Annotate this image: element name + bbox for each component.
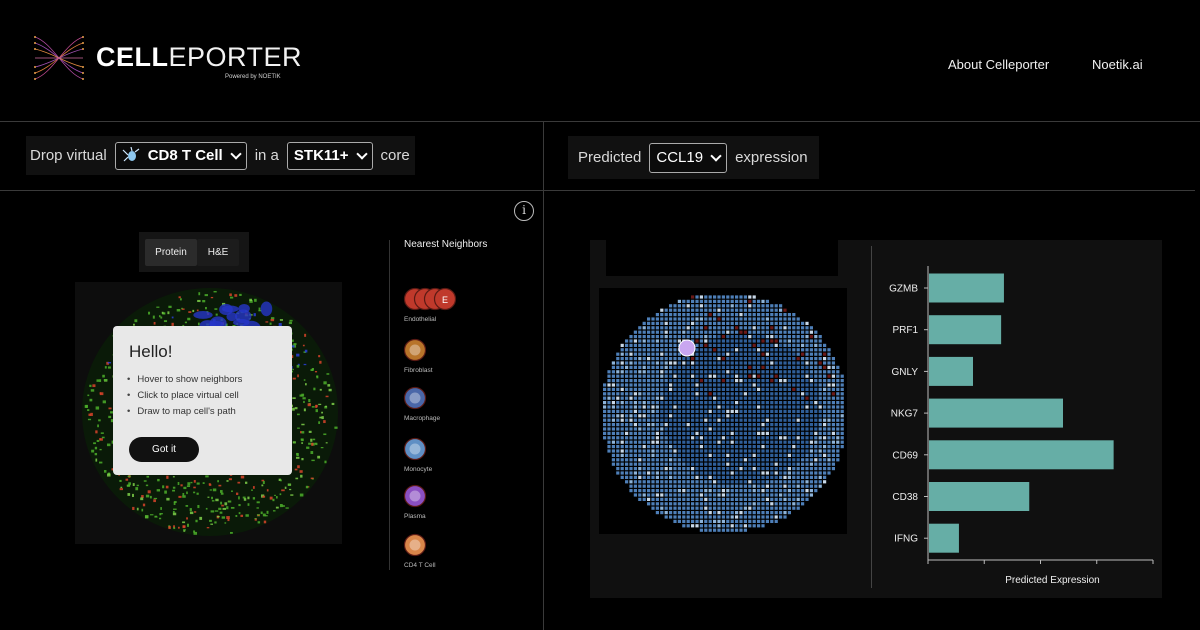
x-axis-label: Predicted Expression (1005, 575, 1100, 586)
core-type-select[interactable]: STK11+ (286, 141, 373, 170)
toggle-he[interactable]: H&E (197, 238, 239, 266)
virtual-cell-controls: Drop virtual CD8 T Cell in a STK11+ core (26, 136, 415, 175)
controls-divider-right (544, 190, 1195, 191)
predicted-label: Predicted (578, 149, 642, 166)
nearest-neighbors-title: Nearest Neighbors (404, 239, 488, 250)
chevron-down-icon (355, 147, 368, 160)
neighbor-cell-icon[interactable] (403, 386, 429, 412)
in-a-label: in a (254, 147, 279, 164)
neighbors-divider (389, 240, 390, 570)
bar-cd38 (929, 482, 1030, 511)
hello-card: Hello! Hover to show neighbors Click to … (113, 326, 292, 475)
view-toggle: Protein H&E (139, 232, 249, 272)
drop-virtual-label: Drop virtual (30, 147, 107, 164)
t-cell-icon (122, 146, 140, 161)
bar-cd69 (929, 440, 1114, 470)
bar-prf1 (929, 315, 1002, 345)
got-it-button[interactable]: Got it (129, 437, 199, 462)
bar-nkg7 (929, 398, 1063, 428)
neighbor-label: Fibroblast (404, 367, 433, 374)
controls-divider-left (0, 190, 544, 191)
predicted-expression-chart: GZMB PRF1 GNLY NKG7 CD69 CD38 IFNG Predicted Ex… (889, 266, 1154, 586)
expression-spatial-map[interactable] (599, 288, 847, 534)
nav-noetik-link[interactable]: Noetik.ai (1092, 57, 1143, 72)
neighbor-label: Plasma (404, 513, 426, 520)
neighbor-cell-icon[interactable] (403, 437, 429, 463)
y-tick-label: GZMB (889, 284, 918, 295)
gene-value: CCL19 (656, 149, 704, 166)
instruction-item: Hover to show neighbors (127, 372, 242, 388)
cell-type-value: CD8 T Cell (147, 147, 223, 164)
y-tick-label: CD69 (892, 450, 918, 461)
instruction-item: Click to place virtual cell (127, 388, 242, 404)
powered-by: Powered by NOETIK (225, 74, 281, 80)
neighbor-label: Macrophage (404, 415, 441, 422)
neighbor-cell-icon[interactable] (403, 338, 429, 364)
virtual-cell-marker[interactable] (678, 339, 696, 357)
header-divider (0, 121, 1200, 122)
panel-tab-strip (606, 240, 838, 276)
brand-bold: CELL (96, 42, 169, 72)
y-tick-label: GNLY (892, 367, 919, 378)
chevron-down-icon (710, 149, 722, 162)
y-tick-label: CD38 (892, 492, 918, 503)
instruction-item: Draw to map cell's path (127, 404, 242, 420)
nav-about-link[interactable]: About Celleporter (948, 57, 1049, 72)
panel-divider (543, 121, 544, 630)
bar-gzmb (929, 273, 1004, 303)
neighbor-label: CD4 T Cell (404, 562, 436, 569)
neighbor-badge: E (442, 295, 448, 305)
neighbor-label: Endothelial (404, 316, 437, 323)
y-tick-label: PRF1 (892, 325, 918, 336)
y-tick-label: NKG7 (891, 409, 919, 420)
bar-ifng (929, 523, 959, 553)
bar-gnly (929, 356, 973, 386)
neighbor-cell-icon[interactable] (403, 533, 429, 559)
spatial-grid (603, 295, 844, 532)
neighbor-label: Monocyte (404, 466, 433, 473)
core-label: core (380, 147, 410, 164)
gene-select[interactable]: CCL19 (649, 142, 728, 173)
neighbor-cell-icon[interactable]: E (403, 287, 459, 313)
prediction-controls: Predicted CCL19 expression (568, 136, 819, 179)
core-type-value: STK11+ (293, 147, 349, 164)
celleporter-logo-icon (34, 36, 84, 80)
hello-title: Hello! (129, 342, 173, 361)
toggle-protein[interactable]: Protein (145, 238, 197, 266)
info-icon[interactable]: i (514, 201, 534, 221)
neighbor-cell-icon[interactable] (403, 484, 429, 510)
y-tick-label: IFNG (894, 534, 918, 545)
expression-label: expression (735, 149, 808, 166)
brand-rest: EPORTER (168, 42, 303, 72)
chevron-down-icon (230, 147, 242, 160)
cell-type-select[interactable]: CD8 T Cell (114, 141, 247, 170)
brand-name: CELLEPORTER (96, 42, 302, 72)
hello-instructions: Hover to show neighbors Click to place v… (127, 372, 242, 420)
